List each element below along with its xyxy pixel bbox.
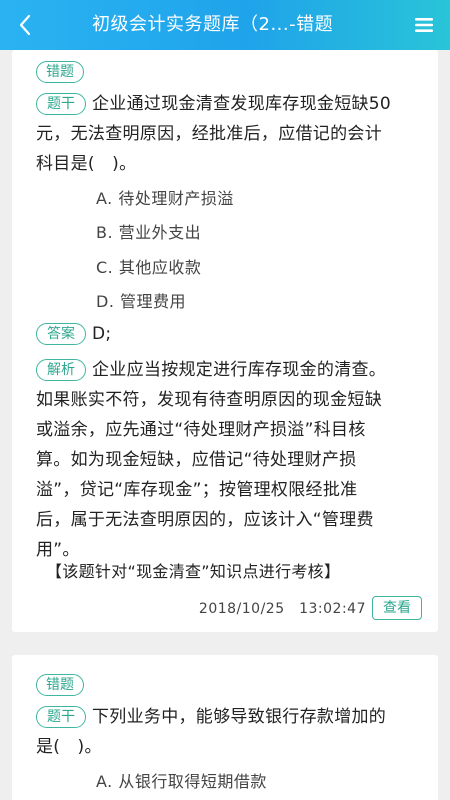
analysis-label: 解析 <box>36 359 86 381</box>
option-d: D. 管理费用 <box>96 292 186 311</box>
analysis-line: 后，属于无法查明原因的，应该计入“管理费 <box>36 510 374 530</box>
option-a: A. 从银行取得短期借款 <box>96 772 267 791</box>
hamburger-menu-icon <box>415 18 433 32</box>
app-header: 初级会计实务题库（2...-错题 <box>0 0 450 50</box>
analysis-line: 企业应当按规定进行库存现金的清查。 <box>92 360 387 380</box>
stem-line: 企业通过现金清查发现库存现金短缺50 <box>92 94 392 114</box>
analysis-line: 算。如为现金短缺，应借记“待处理财产损 <box>36 450 357 470</box>
menu-button[interactable] <box>414 15 434 35</box>
wrong-tag: 错题 <box>36 61 84 83</box>
timestamp: 2018/10/25 13:02:47 <box>198 601 366 617</box>
stem-label: 题干 <box>36 706 86 728</box>
knowledge-point: 【该题针对“现金清查”知识点进行考核】 <box>46 562 341 581</box>
stem-line: 是( )。 <box>36 737 102 757</box>
view-button[interactable]: 查看 <box>372 596 422 620</box>
wrong-tag: 错题 <box>36 674 84 696</box>
option-b: B. 营业外支出 <box>96 223 202 242</box>
stem-label: 题干 <box>36 93 86 115</box>
analysis-line: 如果账实不符，发现有待查明原因的现金短缺 <box>36 390 382 410</box>
stem-line: 元，无法查明原因，经批准后，应借记的会计 <box>36 124 382 144</box>
option-a: A. 待处理财产损溢 <box>96 189 234 208</box>
analysis-line: 溢”，贷记“库存现金”；按管理权限经批准 <box>36 480 358 500</box>
chevron-left-icon <box>19 14 31 36</box>
question-card: 错题 题干 下列业务中，能够导致银行存款增加的 是( )。 A. 从银行取得短期… <box>12 655 438 800</box>
answer-label: 答案 <box>36 323 86 345</box>
stem-line: 科目是( )。 <box>36 154 137 174</box>
option-c: C. 其他应收款 <box>96 258 202 277</box>
question-card: 错题 题干 企业通过现金清查发现库存现金短缺50 元，无法查明原因，经批准后，应… <box>12 50 438 632</box>
back-button[interactable] <box>0 0 50 50</box>
stem-line: 下列业务中，能够导致银行存款增加的 <box>92 707 387 727</box>
analysis-line: 或溢余，应先通过“待处理财产损溢”科目核 <box>36 420 366 440</box>
page-title: 初级会计实务题库（2...-错题 <box>92 14 334 35</box>
answer-value: D; <box>92 324 112 344</box>
